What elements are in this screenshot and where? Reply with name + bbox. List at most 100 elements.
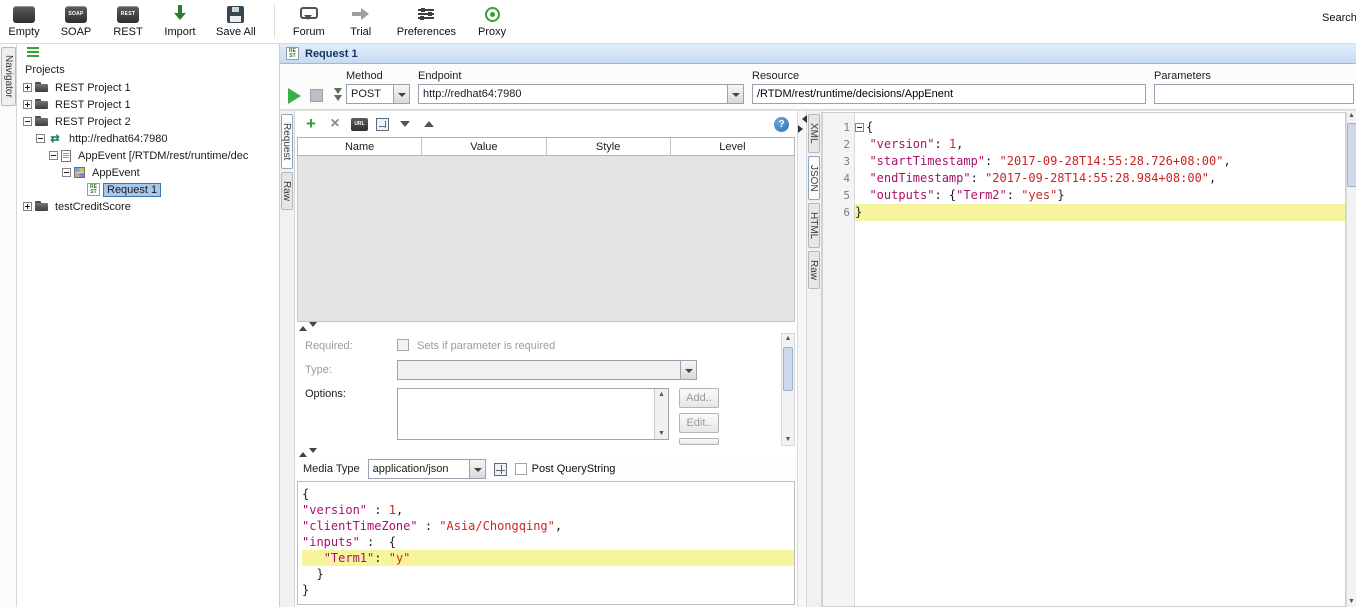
collapse-left-icon[interactable] <box>798 115 807 123</box>
tree-item-rest-project-1[interactable]: REST Project 1 <box>17 96 279 113</box>
response-tab-raw[interactable]: Raw <box>808 251 820 290</box>
tree-item-appevent-rtdm-rest-runtime-dec[interactable]: AppEvent [/RTDM/rest/runtime/dec <box>17 147 279 164</box>
tree-item-request-1[interactable]: Request 1 <box>17 181 279 198</box>
collapse-tree-icon[interactable] <box>27 47 39 57</box>
options-list[interactable]: ▲ ▼ <box>397 388 669 440</box>
tree-expander-icon[interactable] <box>23 117 32 126</box>
splitter-handle[interactable] <box>295 448 797 457</box>
search-forum-label[interactable]: Search Forum <box>1322 12 1356 24</box>
chevron-down-icon[interactable] <box>727 85 743 103</box>
tree-item-testcreditscore[interactable]: testCreditScore <box>17 198 279 215</box>
toolbar-button-soap[interactable]: SOAP <box>58 1 94 40</box>
scrollbar-thumb[interactable] <box>1346 123 1356 187</box>
endpoint-select[interactable]: http://redhat64:7980 <box>418 84 744 104</box>
method-select[interactable]: POST <box>346 84 410 104</box>
splitter-down-icon[interactable] <box>309 322 317 331</box>
url-encode-icon[interactable] <box>351 117 368 131</box>
response-scrollbar[interactable]: ▲ ▼ <box>1346 111 1356 607</box>
toolbar-button-empty[interactable]: Empty <box>6 1 42 40</box>
parameters-input[interactable] <box>1154 84 1354 104</box>
grid-view-icon[interactable] <box>376 117 389 131</box>
tree-expander-icon[interactable] <box>36 134 45 143</box>
scroll-down-icon[interactable]: ▼ <box>1348 597 1355 607</box>
tree-expander-icon[interactable] <box>23 202 32 211</box>
scrollbar-thumb[interactable] <box>783 347 793 391</box>
chevron-down-icon[interactable] <box>680 361 696 379</box>
response-body-line: "version": 1, <box>869 137 964 151</box>
response-tab-json[interactable]: JSON <box>808 155 820 201</box>
scroll-up-icon[interactable]: ▲ <box>785 334 792 344</box>
add-param-icon[interactable] <box>303 116 319 132</box>
delete-param-icon[interactable] <box>327 116 343 132</box>
chevron-down-icon[interactable] <box>393 85 409 103</box>
chevron-up-icon[interactable] <box>421 116 437 132</box>
toolbar-button-forum[interactable]: Forum <box>291 1 327 40</box>
add-option-button[interactable]: Add.. <box>679 388 719 408</box>
toolbar-button-trial[interactable]: Trial <box>343 1 379 40</box>
method-icon <box>74 167 85 178</box>
collapse-right-icon[interactable] <box>797 125 807 133</box>
project-tree: REST Project 1 REST Project 1 REST Project… <box>17 78 279 215</box>
request-body-editor[interactable]: {"version" : 1, "clientTimeZone" : "Asia/… <box>297 481 795 605</box>
param-column-style[interactable]: Style <box>547 138 671 155</box>
scroll-up-icon[interactable]: ▲ <box>1348 111 1355 121</box>
tree-item-rest-project-1[interactable]: REST Project 1 <box>17 79 279 96</box>
edit-option-button[interactable]: Edit.. <box>679 413 719 433</box>
toolbar-button-label: Trial <box>350 26 372 38</box>
toolbar-button-proxy[interactable]: Proxy <box>474 1 510 40</box>
required-checkbox[interactable] <box>397 339 409 351</box>
post-querystring-checkbox[interactable] <box>514 463 527 475</box>
navigator-tab[interactable]: Navigator <box>1 47 16 106</box>
splitter-up-icon[interactable] <box>299 322 307 331</box>
param-table-body[interactable] <box>297 156 795 322</box>
scroll-down-icon[interactable]: ▼ <box>658 430 665 437</box>
toolbar-button-save-all[interactable]: Save All <box>214 1 258 40</box>
double-chevron-icon[interactable] <box>332 87 344 103</box>
details-scrollbar[interactable]: ▲ ▼ <box>781 333 795 446</box>
endpoint-label: Endpoint <box>418 70 462 82</box>
tree-expander-icon[interactable] <box>62 168 71 177</box>
tree-item-label: REST Project 1 <box>55 98 131 111</box>
media-type-select[interactable]: application/json <box>367 459 486 479</box>
media-grid-icon[interactable] <box>493 462 507 476</box>
projects-root-label[interactable]: Projects <box>17 61 279 78</box>
tree-expander-icon[interactable] <box>23 83 32 92</box>
chevron-down-icon[interactable] <box>468 460 485 478</box>
tree-expander-icon[interactable] <box>49 151 58 160</box>
tree-expander-icon[interactable] <box>23 100 32 109</box>
toolbar-button-preferences[interactable]: Preferences <box>395 1 458 40</box>
type-select[interactable] <box>397 360 697 380</box>
splitter-up-icon[interactable] <box>299 448 307 457</box>
request-tab-raw[interactable]: Raw <box>281 172 293 211</box>
submit-request-button[interactable] <box>288 88 301 104</box>
response-tab-html[interactable]: HTML <box>808 203 820 249</box>
tree-item-appevent[interactable]: AppEvent <box>17 164 279 181</box>
param-column-level[interactable]: Level <box>671 138 794 155</box>
scroll-up-icon[interactable]: ▲ <box>658 391 665 398</box>
navigator-panel: Projects REST Project 1 REST Project 1 RES… <box>17 44 280 607</box>
request-tab-request[interactable]: Request <box>281 114 293 170</box>
response-tab-xml[interactable]: XML <box>808 114 820 153</box>
resource-input[interactable] <box>752 84 1146 104</box>
cropped-option-button[interactable] <box>679 438 719 445</box>
scroll-down-icon[interactable]: ▼ <box>785 435 792 445</box>
response-body-line: { <box>855 119 1345 136</box>
chevron-down-icon[interactable] <box>397 116 413 132</box>
tree-item-http-redhat64-7980[interactable]: http://redhat64:7980 <box>17 130 279 147</box>
toolbar-button-import[interactable]: Import <box>162 1 198 40</box>
param-column-value[interactable]: Value <box>422 138 547 155</box>
toolbar-button-rest[interactable]: REST <box>110 1 146 40</box>
request-window-titlebar[interactable]: Request 1 <box>280 44 1356 64</box>
fold-toggle-icon[interactable] <box>855 123 864 132</box>
pane-divider[interactable] <box>797 111 807 607</box>
param-column-name[interactable]: Name <box>298 138 423 155</box>
response-pane: XML JSON HTML Raw 1 2 3 4 5 6 { "version": 1, "s… <box>807 111 1356 607</box>
splitter-handle[interactable] <box>295 322 797 331</box>
options-list-scrollbar[interactable]: ▲ ▼ <box>654 389 668 439</box>
method-label: Method <box>346 70 383 82</box>
tree-item-rest-project-2[interactable]: REST Project 2 <box>17 113 279 130</box>
help-icon[interactable] <box>774 116 789 132</box>
cancel-request-button[interactable] <box>310 89 323 102</box>
response-code[interactable]: { "version": 1, "startTimestamp": "2017-… <box>855 113 1345 606</box>
splitter-down-icon[interactable] <box>309 448 317 457</box>
